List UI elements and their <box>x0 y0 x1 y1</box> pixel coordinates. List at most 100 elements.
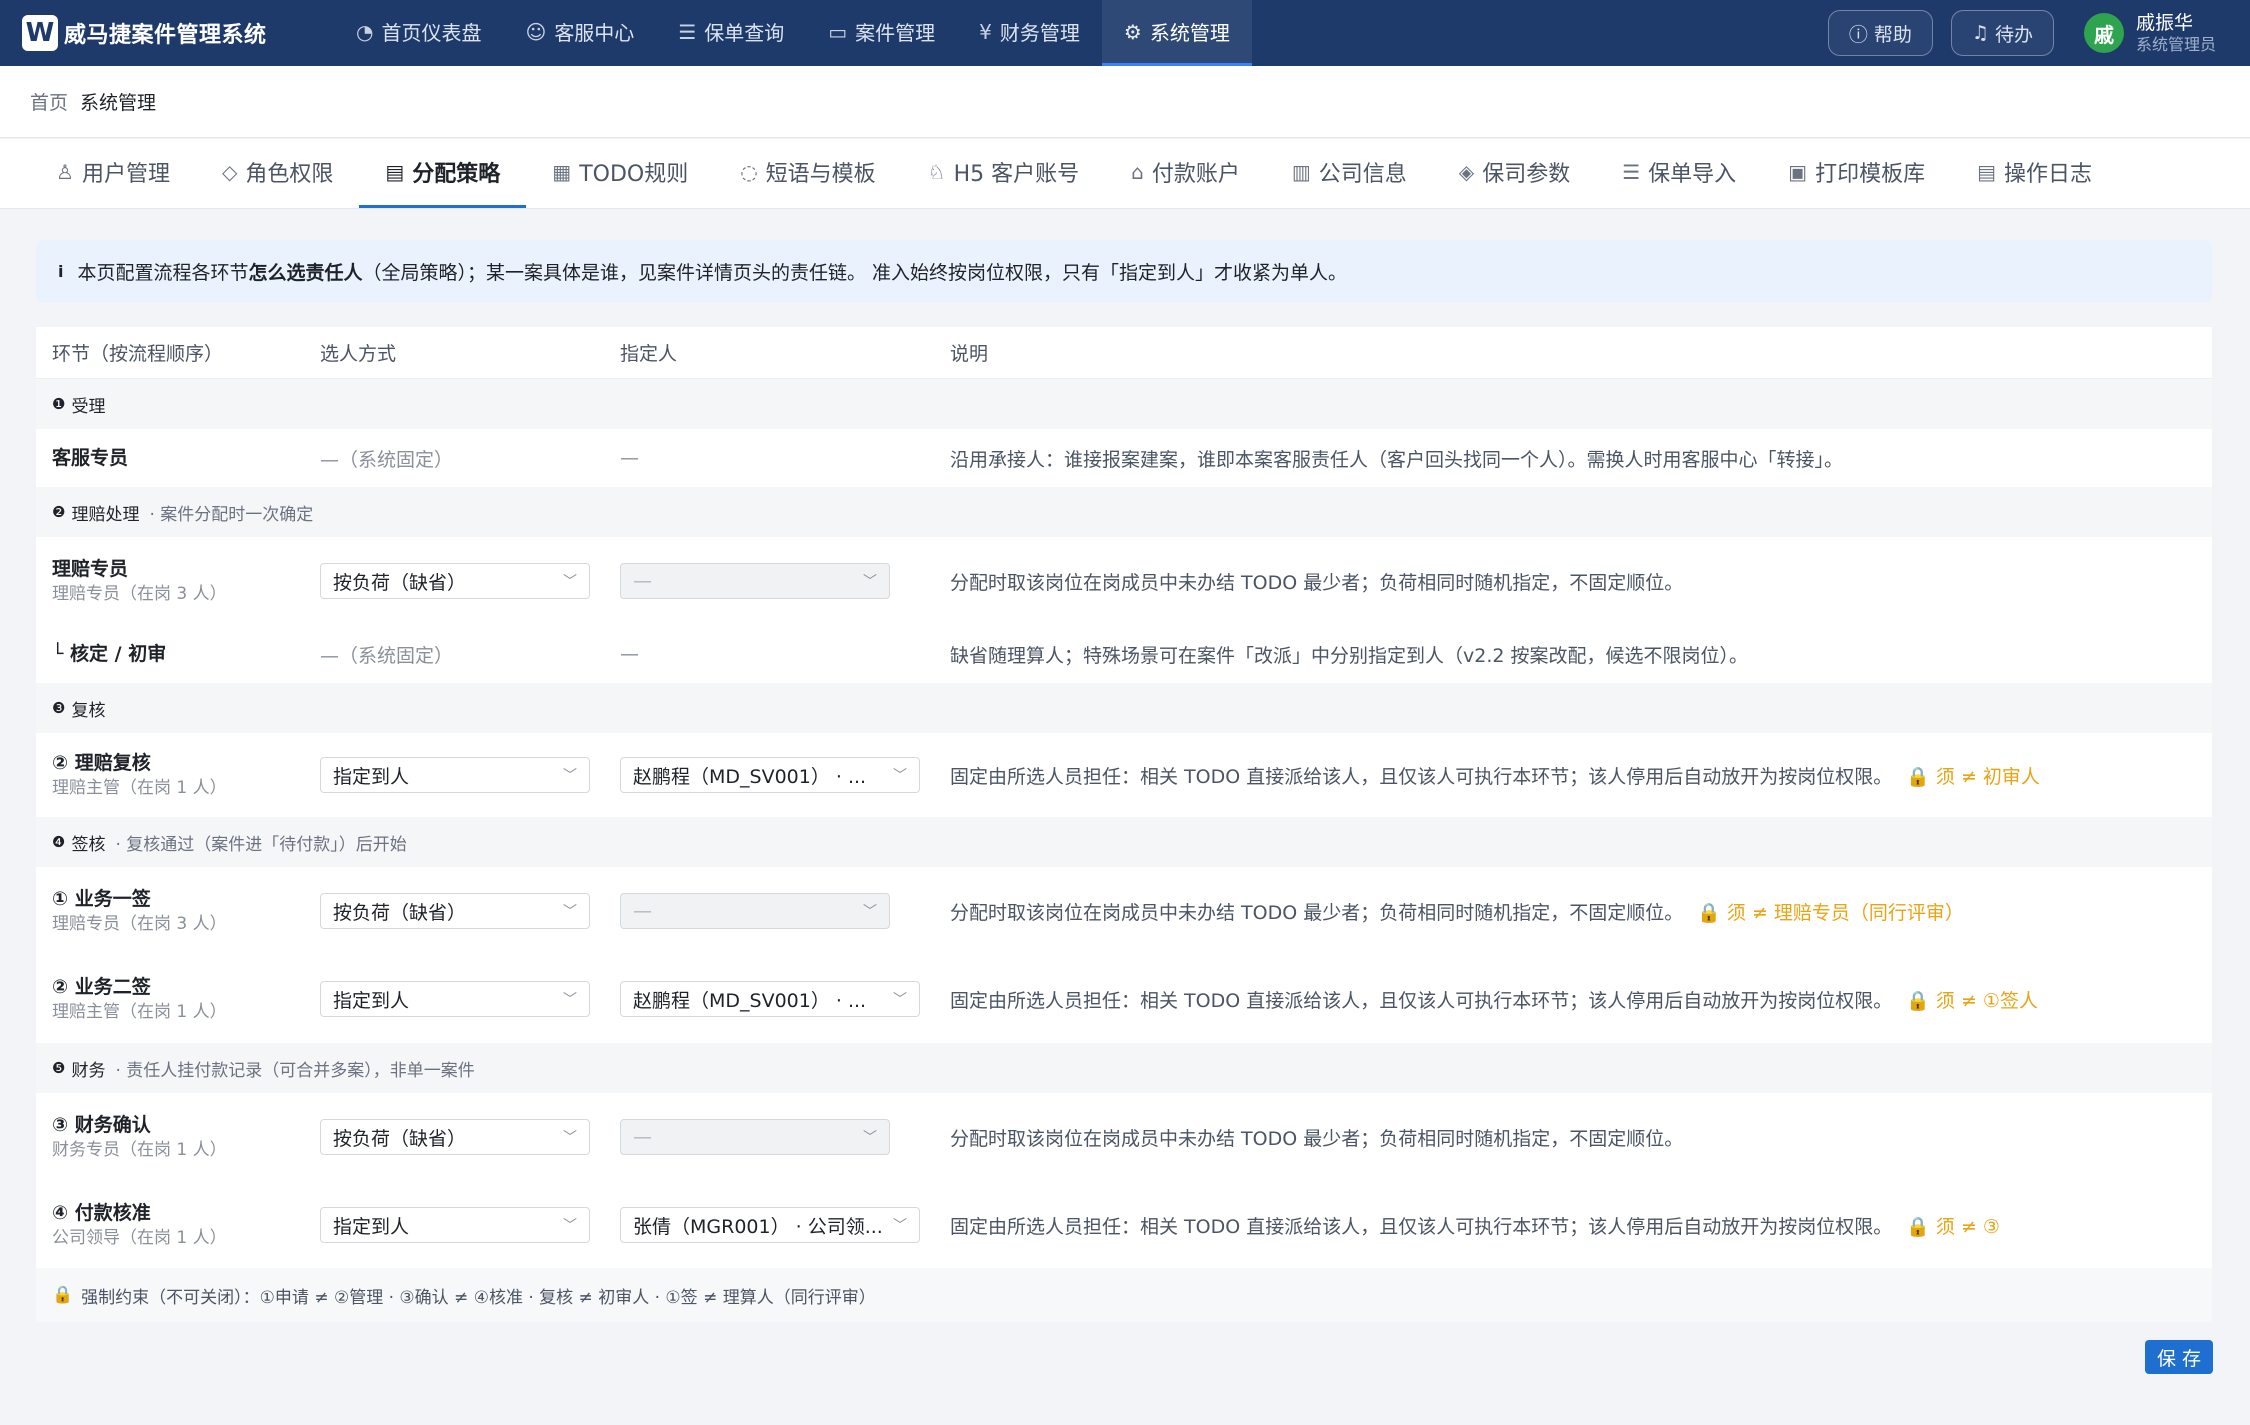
group-note: · 案件分配时一次确定 <box>149 504 314 525</box>
group-review: ❸ 复核 <box>36 683 2212 733</box>
breadcrumb: 首页 系统管理 <box>0 66 2250 138</box>
dashboard-icon: ◔ <box>356 19 374 44</box>
group-number: ❶ <box>52 395 66 413</box>
group-title: 复核 <box>71 700 106 721</box>
assignee-select[interactable]: 张倩（MGR001） · 公司领... ﹀ <box>620 1207 920 1243</box>
breadcrumb-current: 系统管理 <box>80 92 157 114</box>
breadcrumb-home[interactable]: 首页 <box>30 88 68 115</box>
stage-name: 客服专员 <box>52 447 129 469</box>
constraint-lock-label: 🔒 须 ≠ 理赔专员（同行评审） <box>1697 901 1964 924</box>
tab-print-templates[interactable]: ▣ 打印模板库 <box>1762 139 1951 208</box>
nav-label: 首页仪表盘 <box>381 21 482 45</box>
tab-company-info[interactable]: ▥ 公司信息 <box>1266 139 1433 208</box>
tab-label: 短语与模板 <box>765 162 876 187</box>
method-select[interactable]: 按负荷（缺省） ﹀ <box>320 893 590 929</box>
lock-icon: 🔒 <box>52 1285 74 1305</box>
stage-description: 分配时取该岗位在岗成员中未办结 TODO 最少者；负荷相同时随机指定，不固定顺位… <box>950 1127 1684 1150</box>
folder-icon: ▭ <box>828 19 848 44</box>
main-nav: ◔ 首页仪表盘 ☺ 客服中心 ☰ 保单查询 ▭ 案件管理 ¥ 财务管理 ⚙ 系统管理 <box>334 0 1252 66</box>
tab-assignment-strategy[interactable]: ▤ 分配策略 <box>359 139 527 208</box>
tab-role-permissions[interactable]: ◇ 角色权限 <box>196 139 359 208</box>
group-title: 财务 <box>71 1060 106 1081</box>
nav-dashboard[interactable]: ◔ 首页仪表盘 <box>334 0 503 66</box>
help-button[interactable]: ⓘ 帮助 <box>1827 10 1933 56</box>
method-fixed: —（系统固定） <box>320 448 454 471</box>
assignee-value: 张倩（MGR001） · 公司领... <box>633 1215 883 1238</box>
method-select[interactable]: 按负荷（缺省） ﹀ <box>320 1119 590 1155</box>
method-value: 按负荷（缺省） <box>333 1127 467 1150</box>
shield-icon: ◈ <box>1458 160 1475 184</box>
user-menu[interactable]: 戚 戚振华 系统管理员 <box>2083 11 2216 55</box>
nav-policy-query[interactable]: ☰ 保单查询 <box>656 0 806 66</box>
nav-case-management[interactable]: ▭ 案件管理 <box>806 0 957 66</box>
tab-operation-log[interactable]: ▤ 操作日志 <box>1951 139 2118 208</box>
nav-label: 系统管理 <box>1149 21 1230 45</box>
top-right-actions: ⓘ 帮助 ♫ 待办 戚 戚振华 系统管理员 <box>1810 10 2216 56</box>
tab-policy-import[interactable]: ☰ 保单导入 <box>1596 139 1762 208</box>
group-note: · 责任人挂付款记录（可合并多案），非单一案件 <box>115 1060 475 1081</box>
method-fixed: —（系统固定） <box>320 644 454 667</box>
header-stage: 环节（按流程顺序） <box>52 343 224 365</box>
tab-label: 保司参数 <box>1482 162 1571 187</box>
user-role: 系统管理员 <box>2135 35 2216 54</box>
stage-description: 沿用承接人：谁接报案建案，谁即本案客服责任人（客户回头找同一个人）。需换人时用客… <box>950 448 1844 471</box>
group-number: ❸ <box>52 699 66 717</box>
constraint-lock-label: 🔒 须 ≠ 初审人 <box>1906 765 2040 788</box>
tab-todo-rules[interactable]: ▦ TODO规则 <box>526 139 714 208</box>
settings-tabs: ♙ 用户管理 ◇ 角色权限 ▤ 分配策略 ▦ TODO规则 ◌ 短语与模板 ♘ H5 客户账… <box>0 139 2250 209</box>
stage-name: ② 业务二签 <box>52 976 151 998</box>
log-icon: ▤ <box>1977 160 1996 184</box>
method-select[interactable]: 指定到人 ﹀ <box>320 981 590 1017</box>
table-row: ② 理赔复核 理赔主管（在岗 1 人） 指定到人 ﹀ 赵鹏程（MD_SV001） … <box>36 733 2212 817</box>
assignee-value: — <box>633 570 652 592</box>
group-number: ❹ <box>52 833 66 851</box>
table-row: ④ 付款核准 公司领导（在岗 1 人） 指定到人 ﹀ 张倩（MGR001） · 公… <box>36 1181 2212 1269</box>
stage-role: 理赔专员（在岗 3 人） <box>52 584 227 604</box>
group-title: 受理 <box>71 396 106 417</box>
stage-role: 公司领导（在岗 1 人） <box>52 1228 227 1248</box>
nav-system-management[interactable]: ⚙ 系统管理 <box>1101 0 1252 66</box>
gear-icon: ⚙ <box>1123 19 1142 44</box>
assignee-select[interactable]: 赵鹏程（MD_SV001） · ... ﹀ <box>620 757 920 793</box>
mandatory-constraints: 🔒 强制约束（不可关闭）：①申请 ≠ ②管理 · ③确认 ≠ ④核准 · 复核 … <box>36 1268 2212 1322</box>
tab-h5-accounts[interactable]: ♘ H5 客户账号 <box>902 139 1105 208</box>
table-row: ③ 财务确认 财务专员（在岗 1 人） 按负荷（缺省） ﹀ — ﹀ 分配时取该岗位在… <box>36 1093 2212 1181</box>
nav-customer-service[interactable]: ☺ 客服中心 <box>503 0 656 66</box>
group-finance: ❺ 财务 · 责任人挂付款记录（可合并多案），非单一案件 <box>36 1043 2212 1093</box>
nav-label: 保单查询 <box>704 21 785 45</box>
todo-button[interactable]: ♫ 待办 <box>1950 10 2054 56</box>
nav-label: 财务管理 <box>999 21 1080 45</box>
stage-role: 理赔专员（在岗 3 人） <box>52 914 227 934</box>
info-icon: i <box>58 261 64 281</box>
banner-text-bold: 怎么选责任人 <box>248 261 363 284</box>
yen-icon: ¥ <box>979 19 992 44</box>
method-select[interactable]: 按负荷（缺省） ﹀ <box>320 563 590 599</box>
tab-payment-accounts[interactable]: ⌂ 付款账户 <box>1105 139 1266 208</box>
tab-phrases-templates[interactable]: ◌ 短语与模板 <box>714 139 901 208</box>
avatar: 戚 <box>2083 13 2124 53</box>
group-title: 理赔处理 <box>71 504 140 525</box>
brand[interactable]: W 威马捷案件管理系统 <box>22 15 322 51</box>
app-title: 威马捷案件管理系统 <box>64 23 267 48</box>
method-value: 指定到人 <box>333 989 410 1012</box>
assignee-value: 赵鹏程（MD_SV001） · ... <box>633 765 867 788</box>
method-select[interactable]: 指定到人 ﹀ <box>320 757 590 793</box>
method-select[interactable]: 指定到人 ﹀ <box>320 1207 590 1243</box>
tab-label: H5 客户账号 <box>953 162 1080 187</box>
nav-finance[interactable]: ¥ 财务管理 <box>957 0 1102 66</box>
group-note: · 复核通过（案件进「待付款」）后开始 <box>115 834 407 855</box>
assignee-value: — <box>633 1126 652 1148</box>
save-button[interactable]: 保 存 <box>2145 1340 2213 1374</box>
building-icon: ▥ <box>1291 160 1311 184</box>
top-nav-bar: W 威马捷案件管理系统 ◔ 首页仪表盘 ☺ 客服中心 ☰ 保单查询 ▭ 案件管理 ¥ 财务… <box>0 0 2250 66</box>
tab-user-management[interactable]: ♙ 用户管理 <box>30 139 196 208</box>
assignee-value: — <box>633 900 652 922</box>
tab-label: 用户管理 <box>81 162 170 187</box>
assignee-select[interactable]: 赵鹏程（MD_SV001） · ... ﹀ <box>620 981 920 1017</box>
group-number: ❺ <box>52 1059 66 1077</box>
table-row: └ 核定 / 初审 —（系统固定） — 缺省随理算人；特殊场景可在案件「改派」中… <box>36 625 2212 683</box>
chevron-down-icon: ﹀ <box>563 1130 577 1146</box>
tab-insurer-params[interactable]: ◈ 保司参数 <box>1433 139 1596 208</box>
constraint-text: 强制约束（不可关闭）：①申请 ≠ ②管理 · ③确认 ≠ ④核准 · 复核 ≠ … <box>81 1287 876 1308</box>
person-icon: ♘ <box>927 160 946 184</box>
